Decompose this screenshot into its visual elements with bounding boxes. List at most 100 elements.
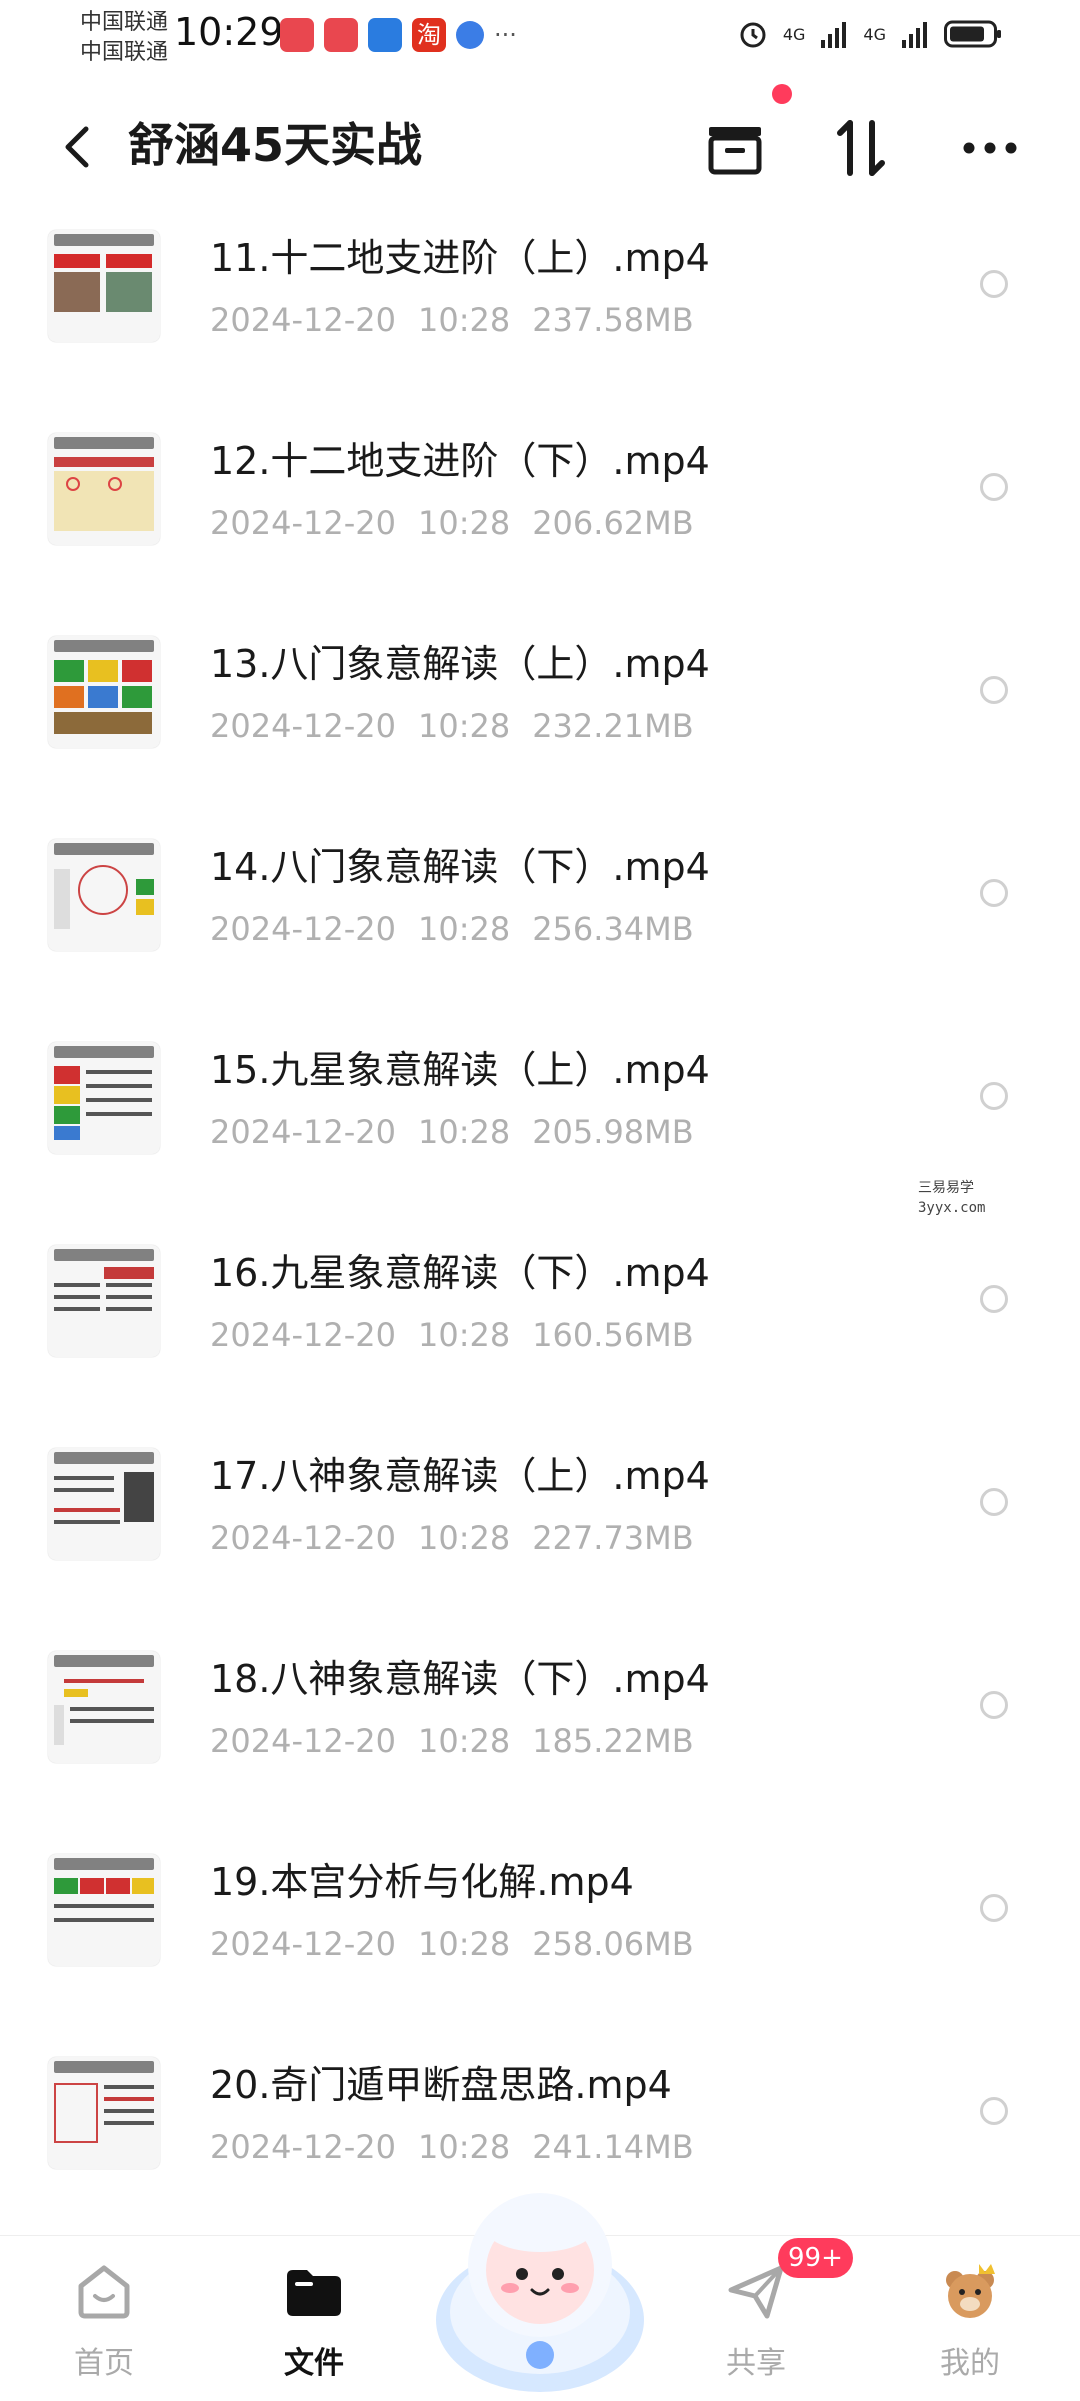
- watermark-line-2: 3yyx.com: [918, 1200, 986, 1216]
- file-row[interactable]: 11.十二地支进阶（上）.mp4 2024-12-20 10:28 237.58MB: [0, 210, 1080, 413]
- file-date: 2024-12-20: [210, 1925, 396, 1963]
- file-size: 256.34MB: [532, 910, 694, 948]
- file-size: 205.98MB: [532, 1113, 694, 1151]
- file-date: 2024-12-20: [210, 910, 396, 948]
- signal-icon: [902, 22, 927, 48]
- carrier-2: 中国联通: [80, 40, 169, 65]
- video-thumbnail: [48, 433, 160, 545]
- file-time: 10:28: [417, 1722, 511, 1760]
- taobao-icon: 淘: [412, 18, 446, 52]
- file-time: 10:28: [417, 1316, 511, 1354]
- select-radio[interactable]: [980, 2097, 1008, 2125]
- file-row[interactable]: 16.九星象意解读（下）.mp4 2024-12-20 10:28 160.56MB: [0, 1225, 1080, 1428]
- nav-files[interactable]: 文件: [254, 2256, 374, 2382]
- file-time: 10:28: [417, 301, 511, 339]
- file-name: 15.九星象意解读（上）.mp4: [210, 1048, 710, 1092]
- file-time: 10:28: [417, 910, 511, 948]
- video-thumbnail: [48, 1042, 160, 1154]
- file-date: 2024-12-20: [210, 1519, 396, 1557]
- network-2-label: 4G: [863, 24, 886, 44]
- file-meta: 2024-12-20 10:28 237.58MB: [210, 298, 694, 342]
- file-name: 17.八神象意解读（上）.mp4: [210, 1454, 710, 1498]
- file-row[interactable]: 18.八神象意解读（下）.mp4 2024-12-20 10:28 185.22MB: [0, 1631, 1080, 1834]
- file-name: 18.八神象意解读（下）.mp4: [210, 1657, 710, 1701]
- file-time: 10:28: [417, 2128, 511, 2166]
- more-options-icon[interactable]: [955, 113, 1025, 183]
- file-date: 2024-12-20: [210, 1316, 396, 1354]
- file-size: 227.73MB: [532, 1519, 694, 1557]
- app-notification-icon: [324, 18, 358, 52]
- watermark-line-1: 三易易学: [918, 1180, 974, 1196]
- video-thumbnail: [48, 636, 160, 748]
- select-radio[interactable]: [980, 1285, 1008, 1313]
- select-all-icon[interactable]: [700, 113, 770, 183]
- back-icon[interactable]: [48, 117, 108, 177]
- file-row[interactable]: 12.十二地支进阶（下）.mp4 2024-12-20 10:28 206.62MB: [0, 413, 1080, 616]
- file-date: 2024-12-20: [210, 301, 396, 339]
- file-date: 2024-12-20: [210, 504, 396, 542]
- status-bar: 中国联通 中国联通 10:29 淘 ··· 4G 4G: [0, 0, 1080, 70]
- select-radio[interactable]: [980, 1082, 1008, 1110]
- file-size: 241.14MB: [532, 2128, 694, 2166]
- nav-mine-label: 我的: [940, 2346, 1000, 2381]
- file-name: 19.本宫分析与化解.mp4: [210, 1860, 634, 1904]
- file-size: 237.58MB: [532, 301, 694, 339]
- alarm-icon: [740, 22, 766, 48]
- file-meta: 2024-12-20 10:28 241.14MB: [210, 2125, 694, 2169]
- select-radio[interactable]: [980, 473, 1008, 501]
- app-notification-icon: [280, 18, 314, 52]
- select-radio[interactable]: [980, 1894, 1008, 1922]
- video-thumbnail: [48, 1854, 160, 1966]
- browser-icon: [456, 21, 484, 49]
- share-badge: 99+: [778, 2238, 853, 2278]
- file-name: 14.八门象意解读（下）.mp4: [210, 845, 710, 889]
- signal-icon: [821, 22, 847, 48]
- app-notification-icon: [368, 18, 402, 52]
- file-date: 2024-12-20: [210, 2128, 396, 2166]
- video-thumbnail: [48, 1245, 160, 1357]
- file-meta: 2024-12-20 10:28 205.98MB: [210, 1110, 694, 1154]
- file-meta: 2024-12-20 10:28 206.62MB: [210, 501, 694, 545]
- folder-icon: [287, 2270, 341, 2316]
- carrier-1: 中国联通: [80, 10, 169, 35]
- video-thumbnail: [48, 2057, 160, 2169]
- nav-files-label: 文件: [284, 2346, 344, 2381]
- file-size: 160.56MB: [532, 1316, 694, 1354]
- file-row[interactable]: 13.八门象意解读（上）.mp4 2024-12-20 10:28 232.21MB: [0, 616, 1080, 819]
- nav-mine[interactable]: 我的: [910, 2256, 1030, 2382]
- file-row[interactable]: 17.八神象意解读（上）.mp4 2024-12-20 10:28 227.73MB: [0, 1428, 1080, 1631]
- file-meta: 2024-12-20 10:28 256.34MB: [210, 907, 694, 951]
- select-radio[interactable]: [980, 270, 1008, 298]
- file-meta: 2024-12-20 10:28 258.06MB: [210, 1922, 694, 1966]
- nav-share-label: 共享: [726, 2346, 786, 2381]
- select-radio[interactable]: [980, 1691, 1008, 1719]
- file-date: 2024-12-20: [210, 707, 396, 745]
- file-time: 10:28: [417, 1519, 511, 1557]
- nav-home-label: 首页: [74, 2346, 134, 2381]
- system-status: 4G 4G: [737, 18, 1002, 50]
- bear-avatar-icon: [946, 2264, 995, 2318]
- file-name: 11.十二地支进阶（上）.mp4: [210, 236, 710, 280]
- select-radio[interactable]: [980, 676, 1008, 704]
- assistant-mascot-icon[interactable]: [430, 2170, 650, 2400]
- video-thumbnail: [48, 839, 160, 951]
- file-meta: 2024-12-20 10:28 227.73MB: [210, 1516, 694, 1560]
- select-radio[interactable]: [980, 1488, 1008, 1516]
- file-row[interactable]: 19.本宫分析与化解.mp4 2024-12-20 10:28 258.06MB: [0, 1834, 1080, 2037]
- file-date: 2024-12-20: [210, 1722, 396, 1760]
- battery-icon: [944, 20, 1001, 48]
- carrier-labels: 中国联通 中国联通: [80, 8, 168, 68]
- status-time: 10:29: [174, 10, 284, 54]
- network-1-label: 4G: [782, 24, 806, 44]
- file-name: 16.九星象意解读（下）.mp4: [210, 1251, 710, 1295]
- file-time: 10:28: [417, 1925, 511, 1963]
- file-name: 20.奇门遁甲断盘思路.mp4: [210, 2063, 672, 2107]
- select-radio[interactable]: [980, 879, 1008, 907]
- more-notifications-icon: ···: [494, 21, 517, 49]
- file-row[interactable]: 14.八门象意解读（下）.mp4 2024-12-20 10:28 256.34MB: [0, 819, 1080, 1022]
- nav-home[interactable]: 首页: [44, 2256, 164, 2382]
- video-thumbnail: [48, 1448, 160, 1560]
- file-list: 11.十二地支进阶（上）.mp4 2024-12-20 10:28 237.58MB…: [0, 210, 1080, 2240]
- sort-icon[interactable]: [826, 113, 896, 183]
- video-thumbnail: [48, 1651, 160, 1763]
